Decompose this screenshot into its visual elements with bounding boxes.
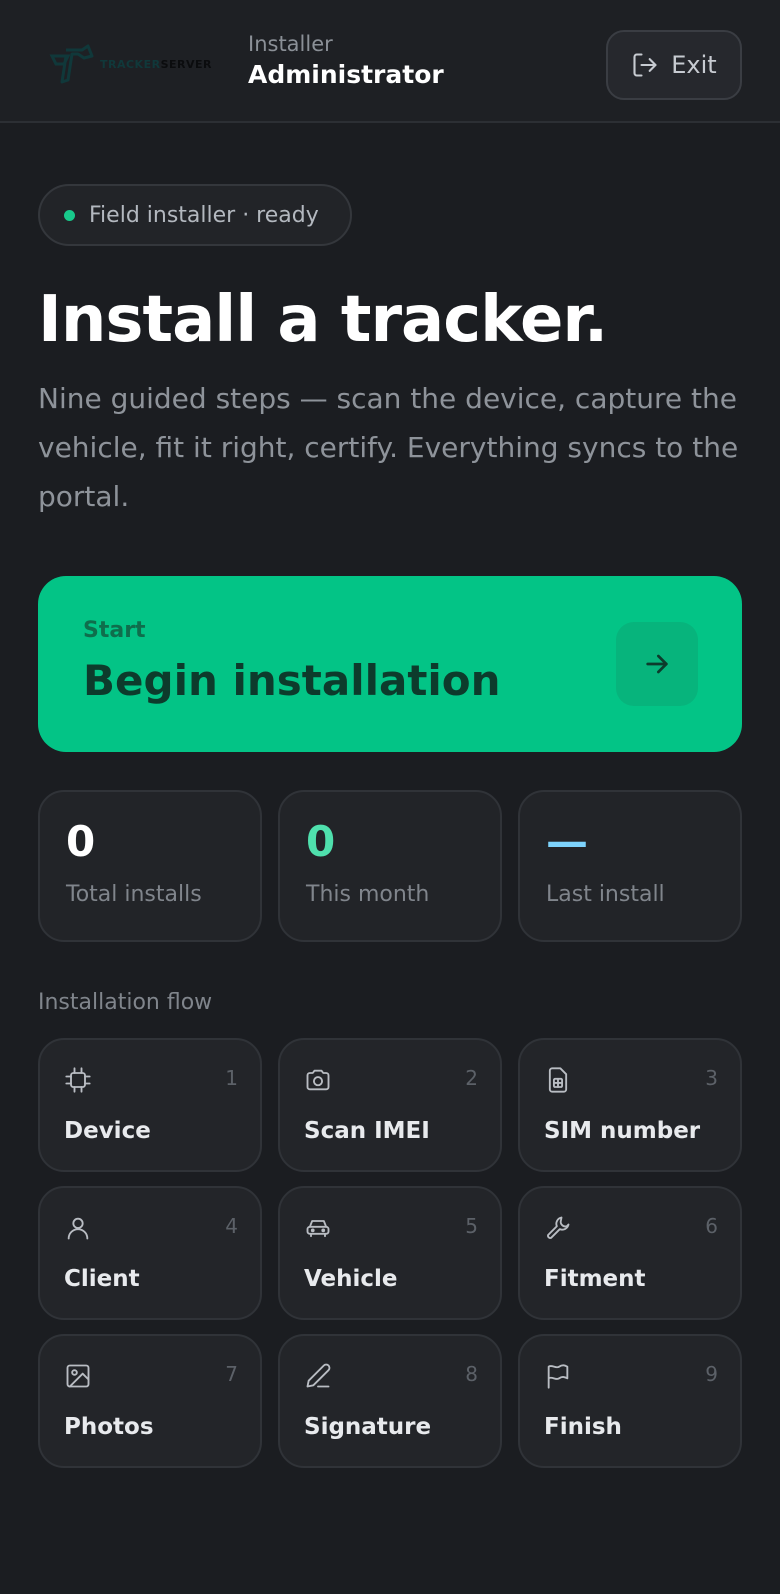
step-client[interactable]: 4 Client [38, 1186, 262, 1320]
chip-icon [64, 1066, 92, 1094]
step-number: 8 [465, 1362, 478, 1386]
wrench-icon [544, 1214, 572, 1242]
step-label: SIM number [544, 1118, 701, 1144]
step-label: Client [64, 1266, 140, 1292]
user-icon [64, 1214, 92, 1242]
step-sim-number[interactable]: 3 SIM number [518, 1038, 742, 1172]
status-text: Field installer · ready [89, 202, 319, 228]
stat-value: 0 [306, 817, 336, 866]
step-number: 9 [705, 1362, 718, 1386]
arrow-right-icon [616, 622, 698, 706]
user-name: Administrator [248, 60, 444, 89]
stat-this-month: 0 This month [278, 790, 502, 942]
camera-icon [304, 1066, 332, 1094]
step-label: Device [64, 1118, 151, 1144]
step-label: Finish [544, 1414, 622, 1440]
status-dot-icon [64, 209, 75, 221]
pen-icon [304, 1362, 332, 1390]
stat-label: This month [306, 882, 430, 907]
cta-title: Begin installation [83, 656, 501, 705]
sim-card-icon [544, 1066, 572, 1094]
step-device[interactable]: 1 Device [38, 1038, 262, 1172]
tracker-server-logo: TRACKERSERVER [48, 42, 220, 86]
page-title: Install a tracker. [38, 283, 608, 357]
stat-label: Total installs [66, 882, 202, 907]
stat-label: Last install [546, 882, 665, 907]
step-number: 5 [465, 1214, 478, 1238]
flag-icon [544, 1362, 572, 1390]
role-label: Installer [248, 32, 333, 56]
step-signature[interactable]: 8 Signature [278, 1334, 502, 1468]
stat-last-install: — Last install [518, 790, 742, 942]
step-label: Signature [304, 1414, 432, 1440]
step-label: Fitment [544, 1266, 646, 1292]
status-badge: Field installer · ready [38, 184, 352, 246]
logo-text: TRACKERSERVER [100, 57, 212, 71]
stat-total-installs: 0 Total installs [38, 790, 262, 942]
app-header: TRACKERSERVER Installer Administrator Ex… [0, 0, 780, 123]
step-vehicle[interactable]: 5 Vehicle [278, 1186, 502, 1320]
step-number: 2 [465, 1066, 478, 1090]
step-number: 6 [705, 1214, 718, 1238]
step-number: 1 [225, 1066, 238, 1090]
step-scan-imei[interactable]: 2 Scan IMEI [278, 1038, 502, 1172]
step-finish[interactable]: 9 Finish [518, 1334, 742, 1468]
step-fitment[interactable]: 6 Fitment [518, 1186, 742, 1320]
user-role-block: Installer Administrator [248, 30, 444, 92]
begin-installation-button[interactable]: Start Begin installation [38, 576, 742, 752]
step-number: 4 [225, 1214, 238, 1238]
section-title-installation-flow: Installation flow [38, 990, 213, 1015]
image-icon [64, 1362, 92, 1390]
stat-value: — [546, 817, 588, 866]
page-subtitle: Nine guided steps — scan the device, cap… [38, 382, 739, 513]
step-number: 7 [225, 1362, 238, 1386]
cta-kicker: Start [83, 618, 146, 643]
car-icon [304, 1214, 332, 1242]
step-number: 3 [705, 1066, 718, 1090]
exit-button[interactable]: Exit [606, 30, 742, 100]
exit-label: Exit [671, 51, 717, 79]
logo-mark-icon [49, 44, 94, 84]
stat-value: 0 [66, 817, 96, 866]
step-label: Photos [64, 1414, 154, 1440]
step-photos[interactable]: 7 Photos [38, 1334, 262, 1468]
step-label: Vehicle [304, 1266, 398, 1292]
step-label: Scan IMEI [304, 1118, 430, 1144]
logout-icon [633, 53, 657, 77]
